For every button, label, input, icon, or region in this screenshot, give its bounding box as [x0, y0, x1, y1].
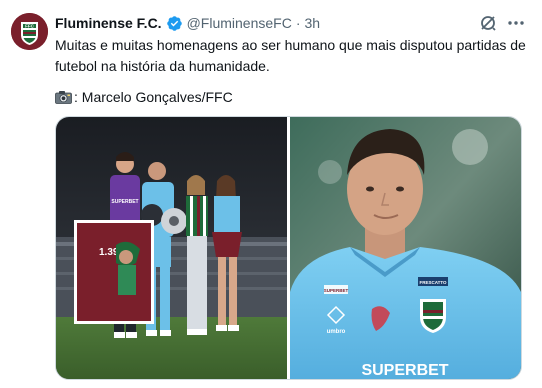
- separator-dot: ·: [295, 15, 301, 31]
- front-sponsor-text: SUPERBET: [361, 362, 448, 379]
- photo-credit: : Marcelo Gonçalves/FFC: [55, 87, 233, 107]
- camera-icon: [55, 91, 72, 104]
- sponsor-text-frescatto: FRESCATTO: [419, 280, 447, 285]
- shirt-sponsor-text: SUPERBET: [111, 199, 138, 205]
- more-options-icon[interactable]: [506, 13, 526, 33]
- media-grid: SUPERBET 1.391 SUPERBET FRESCATTO umbro …: [55, 116, 522, 380]
- author-name[interactable]: Fluminense F.C.: [55, 15, 162, 31]
- tweet-text-line-2: futebol na história da humanidade.: [55, 58, 270, 74]
- goalkeeper-photo: SUPERBET FRESCATTO umbro SUPERBET: [290, 117, 521, 379]
- svg-text:FFC: FFC: [25, 24, 34, 29]
- sponsor-text-1: SUPERBET: [324, 288, 349, 293]
- tweet-text: Muitas e muitas homenagens ao ser humano…: [55, 35, 526, 77]
- verified-badge-icon: [166, 15, 182, 31]
- author-avatar[interactable]: FFC: [11, 13, 48, 50]
- family-photo: SUPERBET 1.391: [56, 117, 287, 379]
- tweet-timestamp[interactable]: 3h: [305, 15, 321, 31]
- photo-credit-text: : Marcelo Gonçalves/FFC: [74, 89, 233, 105]
- grok-icon[interactable]: [478, 13, 498, 33]
- author-handle[interactable]: @FluminenseFC: [187, 15, 292, 31]
- tweet-text-line-1: Muitas e muitas homenagens ao ser humano…: [55, 37, 526, 53]
- media-photo-right[interactable]: SUPERBET FRESCATTO umbro SUPERBET: [290, 117, 521, 379]
- brand-text: umbro: [327, 329, 346, 335]
- tweet-header: Fluminense F.C. @FluminenseFC · 3h: [55, 13, 320, 33]
- media-photo-left[interactable]: SUPERBET 1.391: [56, 117, 287, 379]
- fluminense-crest-avatar: FFC: [11, 13, 48, 50]
